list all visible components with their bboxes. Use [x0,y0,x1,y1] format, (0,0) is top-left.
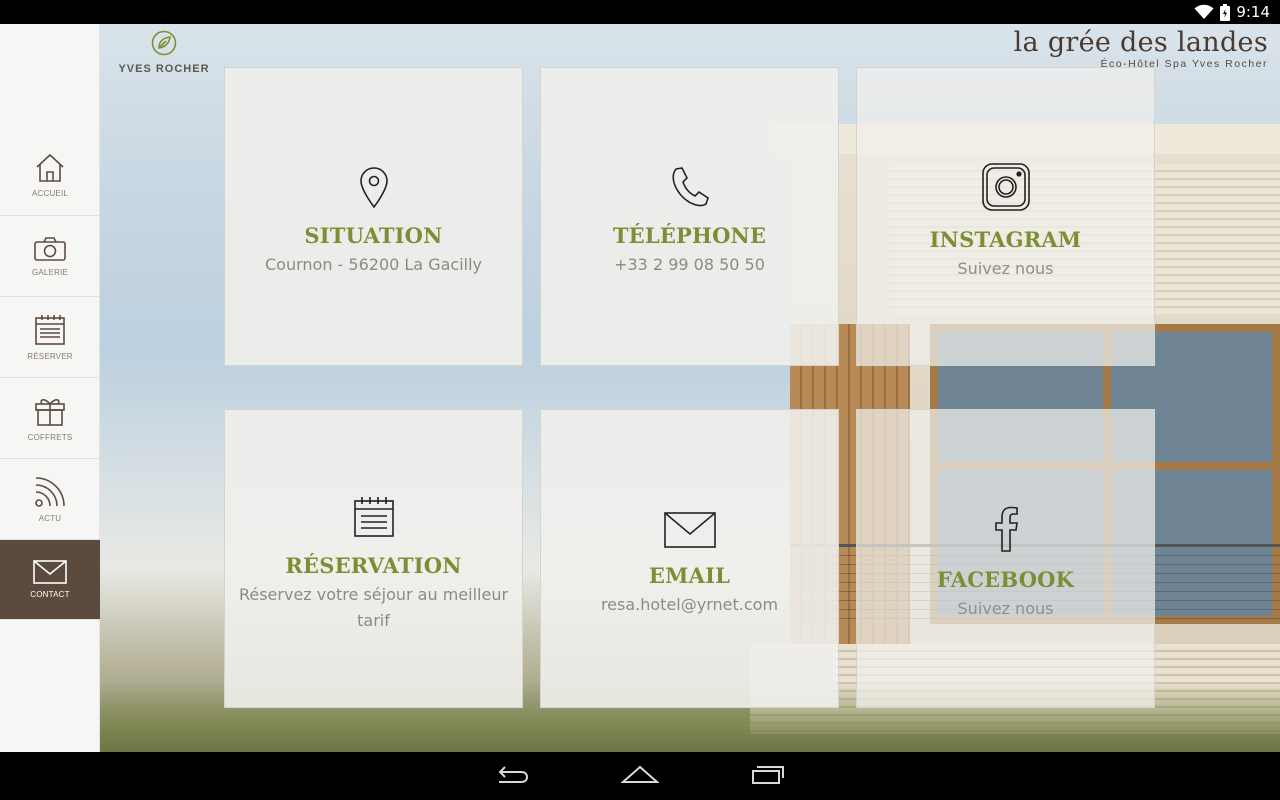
calendar-icon [34,314,66,346]
hotel-title: la grée des landes [1013,27,1268,58]
home-icon [34,153,66,183]
brand-name: YVES ROCHER [118,63,210,75]
tile-title: TÉLÉPHONE [612,223,767,248]
recent-apps-icon [751,763,785,790]
recents-button[interactable] [744,752,792,800]
home-button[interactable] [616,752,664,800]
tile-title: EMAIL [648,563,731,588]
sidebar-item-label: RÉSERVER [27,352,73,361]
leaf-logo-icon [151,30,177,61]
tile-title: SITUATION [304,223,443,248]
tile-description: Cournon - 56200 La Gacilly [264,255,482,274]
system-navigation-bar [0,752,1280,800]
tile-email[interactable]: EMAIL resa.hotel@yrnet.com [540,409,839,708]
tile-title: RÉSERVATION [285,553,462,578]
sidebar-item-galerie[interactable]: GALERIE [0,217,100,297]
status-bar: 9:14 [0,0,1280,24]
sidebar-item-accueil[interactable]: ACCUEIL [0,136,100,216]
tile-facebook[interactable]: FACEBOOK Suivez nous [856,409,1155,708]
sidebar-item-actu[interactable]: ACTU [0,460,100,540]
hotel-logo: la grée des landes Éco-Hôtel Spa Yves Ro… [1013,27,1268,71]
sidebar-item-label: GALERIE [31,268,69,277]
sidebar-item-label: ACTU [38,514,62,523]
tile-reservation[interactable]: RÉSERVATION Réservez votre séjour au mei… [224,409,523,708]
sidebar: ACCUEIL GALERIE RÉSERVER COFFRETS ACTU C… [0,24,100,752]
camera-icon [33,236,67,262]
wifi-icon [1194,4,1214,20]
home-outline-icon [620,764,660,789]
tile-situation[interactable]: SITUATION Cournon - 56200 La Gacilly [224,67,523,366]
battery-icon [1220,3,1231,21]
sidebar-item-coffrets[interactable]: COFFRETS [0,379,100,459]
tile-description: Suivez nous [957,599,1054,618]
back-arrow-icon [495,764,529,789]
sidebar-item-label: ACCUEIL [31,189,69,198]
status-time: 9:14 [1236,3,1270,21]
envelope-icon [33,560,67,584]
tile-title: INSTAGRAM [929,227,1082,252]
back-button[interactable] [488,752,536,800]
sidebar-item-label: COFFRETS [27,433,73,442]
tile-telephone[interactable]: TÉLÉPHONE +33 2 99 08 50 50 [540,67,839,366]
tile-instagram[interactable]: INSTAGRAM Suivez nous [856,67,1155,366]
tile-description: +33 2 99 08 50 50 [614,255,765,274]
tile-description: Réservez votre séjour au meilleur tarif [238,585,509,630]
yves-rocher-logo: YVES ROCHER [112,30,216,75]
sidebar-item-reserver[interactable]: RÉSERVER [0,298,100,378]
instagram-icon [981,162,1031,217]
facebook-icon [993,506,1019,557]
sidebar-item-label: CONTACT [30,590,70,599]
rss-icon [34,476,66,508]
gift-icon [34,395,66,427]
location-pin-icon [359,166,389,213]
tile-description: resa.hotel@yrnet.com [600,595,779,614]
tile-title: FACEBOOK [936,567,1075,592]
sidebar-item-contact[interactable]: CONTACT [0,540,100,620]
envelope-icon [663,512,716,553]
calendar-icon [353,496,395,543]
phone-icon [670,166,710,213]
tile-description: Suivez nous [957,259,1054,278]
